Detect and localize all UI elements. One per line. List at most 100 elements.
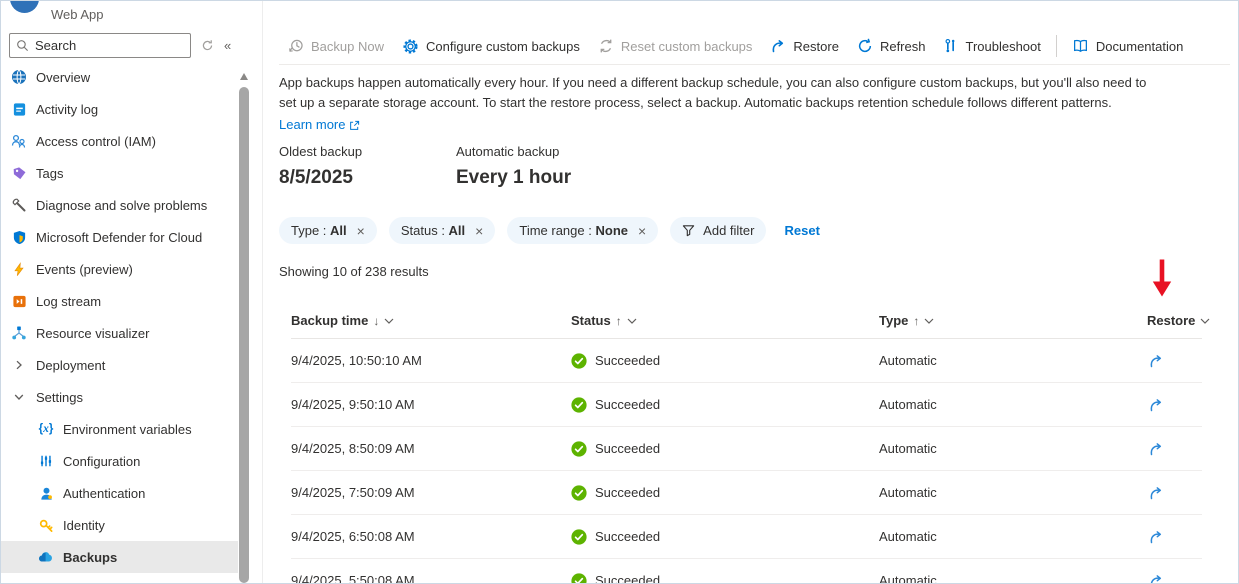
succeeded-check-icon <box>571 353 587 369</box>
column-header-restore[interactable]: Restore <box>1147 313 1210 328</box>
restore-row-icon[interactable] <box>1148 353 1164 369</box>
sidebar-item-events[interactable]: Events (preview) <box>1 253 238 285</box>
sidebar-item-configuration[interactable]: Configuration <box>1 445 238 477</box>
table-row[interactable]: 9/4/2025, 7:50:09 AM Succeeded Automatic <box>291 471 1202 515</box>
succeeded-check-icon <box>571 485 587 501</box>
scroll-up-arrow[interactable] <box>240 73 248 80</box>
sidebar-item-resource-visualizer[interactable]: Resource visualizer <box>1 317 238 349</box>
type-cell: Automatic <box>879 573 1147 584</box>
restore-cell <box>1147 397 1202 413</box>
resource-title: Web App <box>51 7 104 22</box>
sidebar-item-deployment[interactable]: Deployment <box>1 349 238 381</box>
backup-time-cell: 9/4/2025, 10:50:10 AM <box>291 353 571 368</box>
lightning-icon <box>11 261 27 277</box>
configure-custom-backups-button[interactable]: Configure custom backups <box>393 29 589 63</box>
restore-row-icon[interactable] <box>1148 529 1164 545</box>
troubleshoot-icon <box>943 38 958 54</box>
documentation-button[interactable]: Documentation <box>1063 29 1192 63</box>
filter-pill-status[interactable]: Status : All × <box>389 217 496 244</box>
reset-filters-link[interactable]: Reset <box>784 223 819 238</box>
restore-row-icon[interactable] <box>1148 485 1164 501</box>
chevron-down-icon <box>384 318 394 324</box>
resource-visualizer-icon <box>11 325 27 341</box>
sidebar-item-backups[interactable]: Backups <box>1 541 238 573</box>
table-row[interactable]: 9/4/2025, 8:50:09 AM Succeeded Automatic <box>291 427 1202 471</box>
status-cell: Succeeded <box>571 353 879 369</box>
sidebar-item-diagnose[interactable]: Diagnose and solve problems <box>1 189 238 221</box>
filter-bar: Type : All × Status : All × Time range :… <box>279 217 820 244</box>
column-header-status[interactable]: Status↑ <box>571 313 879 328</box>
sidebar-scrollbar-thumb[interactable] <box>239 87 249 583</box>
filter-pill-time-range[interactable]: Time range : None × <box>507 217 658 244</box>
sidebar-item-overview[interactable]: Overview <box>1 61 238 93</box>
table-body: 9/4/2025, 10:50:10 AM Succeeded Automati… <box>291 339 1202 584</box>
book-icon <box>1072 38 1089 54</box>
filter-pill-type[interactable]: Type : All × <box>279 217 377 244</box>
table-row[interactable]: 9/4/2025, 6:50:08 AM Succeeded Automatic <box>291 515 1202 559</box>
restore-row-icon[interactable] <box>1148 397 1164 413</box>
restore-button[interactable]: Restore <box>761 29 848 63</box>
chevron-down-icon <box>1200 318 1210 324</box>
column-header-type[interactable]: Type↑ <box>879 313 1147 328</box>
type-cell: Automatic <box>879 485 1147 500</box>
refresh-button[interactable]: Refresh <box>848 29 935 63</box>
chevron-right-icon <box>11 357 27 373</box>
sidebar-item-defender[interactable]: Microsoft Defender for Cloud <box>1 221 238 253</box>
authentication-icon <box>38 485 54 501</box>
access-control-icon <box>11 133 27 149</box>
azure-portal-backups-page: Web App Search « Overview Activity log <box>0 0 1239 584</box>
backup-time-cell: 9/4/2025, 8:50:09 AM <box>291 441 571 456</box>
backup-time-cell: 9/4/2025, 5:50:08 AM <box>291 573 571 584</box>
toolbar-divider <box>1056 35 1057 57</box>
type-cell: Automatic <box>879 529 1147 544</box>
key-icon <box>38 517 54 533</box>
sidebar-item-activity-log[interactable]: Activity log <box>1 93 238 125</box>
type-cell: Automatic <box>879 353 1147 368</box>
refresh-menu-icon[interactable] <box>201 39 214 52</box>
table-row[interactable]: 9/4/2025, 5:50:08 AM Succeeded Automatic <box>291 559 1202 584</box>
search-placeholder: Search <box>35 38 76 53</box>
chevron-down-icon <box>924 318 934 324</box>
status-cell: Succeeded <box>571 573 879 584</box>
chevron-down-icon <box>11 389 27 405</box>
restore-cell <box>1147 441 1202 457</box>
dismiss-icon[interactable]: × <box>475 223 483 239</box>
reset-icon <box>598 38 614 54</box>
collapse-sidebar-icon[interactable]: « <box>224 38 231 53</box>
sidebar-item-environment-variables[interactable]: {x} Environment variables <box>1 413 238 445</box>
backup-time-cell: 9/4/2025, 7:50:09 AM <box>291 485 571 500</box>
table-header: Backup time↓ Status↑ Type↑ Restore <box>291 303 1202 339</box>
sidebar-item-identity[interactable]: Identity <box>1 509 238 541</box>
sidebar-item-authentication[interactable]: Authentication <box>1 477 238 509</box>
table-row[interactable]: 9/4/2025, 10:50:10 AM Succeeded Automati… <box>291 339 1202 383</box>
oldest-backup-stat: Oldest backup 8/5/2025 <box>279 144 456 189</box>
sidebar-item-log-stream[interactable]: Log stream <box>1 285 238 317</box>
tags-icon <box>11 165 27 181</box>
sidebar-search-input[interactable]: Search <box>9 33 191 58</box>
restore-row-icon[interactable] <box>1148 573 1164 584</box>
status-cell: Succeeded <box>571 397 879 413</box>
restore-cell <box>1147 573 1202 584</box>
column-header-backup-time[interactable]: Backup time↓ <box>291 313 571 328</box>
main-content: Backup Now Configure custom backups Rese… <box>263 1 1238 583</box>
dismiss-icon[interactable]: × <box>357 223 365 239</box>
info-text: App backups happen automatically every h… <box>279 73 1151 135</box>
add-filter-button[interactable]: Add filter <box>670 217 766 244</box>
restore-row-icon[interactable] <box>1148 441 1164 457</box>
search-icon <box>16 39 29 52</box>
sidebar-item-access-control[interactable]: Access control (IAM) <box>1 125 238 157</box>
type-cell: Automatic <box>879 441 1147 456</box>
type-cell: Automatic <box>879 397 1147 412</box>
learn-more-link[interactable]: Learn more <box>279 115 360 135</box>
table-row[interactable]: 9/4/2025, 9:50:10 AM Succeeded Automatic <box>291 383 1202 427</box>
gear-icon <box>402 38 419 55</box>
backup-now-button[interactable]: Backup Now <box>279 29 393 63</box>
troubleshoot-button[interactable]: Troubleshoot <box>934 29 1049 63</box>
funnel-icon <box>682 224 695 237</box>
dismiss-icon[interactable]: × <box>638 223 646 239</box>
oldest-backup-value: 8/5/2025 <box>279 167 456 189</box>
sidebar-item-tags[interactable]: Tags <box>1 157 238 189</box>
automatic-backup-stat: Automatic backup Every 1 hour <box>456 144 633 189</box>
sidebar-item-settings[interactable]: Settings <box>1 381 238 413</box>
reset-custom-backups-button[interactable]: Reset custom backups <box>589 29 762 63</box>
